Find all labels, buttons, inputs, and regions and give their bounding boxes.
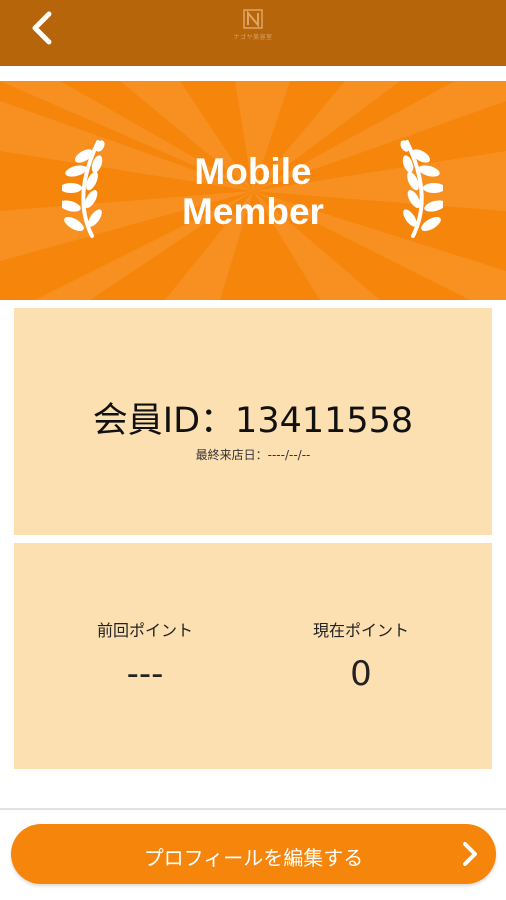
chevron-right-icon xyxy=(463,842,477,866)
brand-logo-text: ナゴヤ美容室 xyxy=(233,34,273,41)
edit-profile-label: プロフィールを編集する xyxy=(143,846,364,870)
previous-points-value: --- xyxy=(126,654,164,694)
banner-title: Mobile Member xyxy=(103,152,403,232)
laurel-icon xyxy=(62,140,105,238)
current-points-label: 現在ポイント xyxy=(312,621,409,640)
edit-profile-button[interactable]: プロフィールを編集する xyxy=(11,824,496,884)
brand-logo-icon xyxy=(243,9,263,29)
banner-title-line1: Mobile xyxy=(194,151,312,192)
member-id: 会員ID：13411558 xyxy=(92,401,414,441)
chevron-left-icon xyxy=(32,11,52,45)
top-app-bar: ナゴヤ美容室 xyxy=(0,0,506,66)
divider xyxy=(0,808,506,810)
back-button[interactable] xyxy=(20,6,64,50)
laurel-icon xyxy=(400,140,443,238)
brand-logo: ナゴヤ美容室 xyxy=(223,8,283,48)
last-visit-date: 最終来店日：----/--/-- xyxy=(195,448,311,462)
previous-points-label: 前回ポイント xyxy=(96,621,193,640)
banner-title-line2: Member xyxy=(182,191,324,232)
current-points-value: 0 xyxy=(350,654,372,694)
